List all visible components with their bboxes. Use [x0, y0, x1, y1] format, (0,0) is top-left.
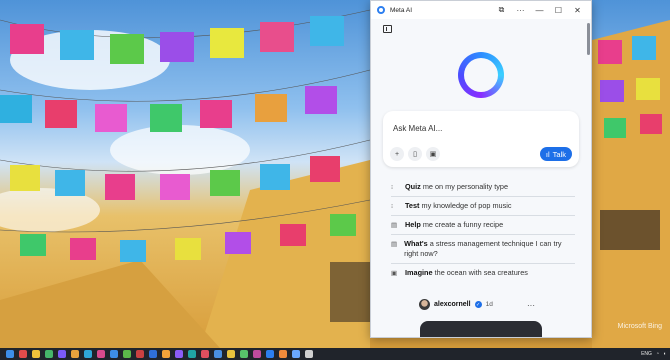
taskbar-app-icon[interactable]: [240, 350, 248, 358]
taskbar-app-icon[interactable]: [162, 350, 170, 358]
test-icon: ⁝: [391, 203, 394, 210]
wifi-icon[interactable]: ◔: [656, 351, 659, 357]
suggestion-keyword: Quiz: [405, 182, 421, 191]
waveform-icon: ıl: [545, 149, 550, 159]
taskbar-apps: [0, 350, 313, 358]
suggestion-item[interactable]: ▤ What's a stress management technique I…: [391, 235, 575, 264]
avatar[interactable]: [419, 299, 430, 310]
taskbar-app-icon[interactable]: [6, 350, 14, 358]
window-title: Meta AI: [390, 6, 413, 14]
composer-tools: + ▯ ▣: [390, 147, 440, 161]
suggestion-list: ⁝ Quiz me on my personality type ⁝ Test …: [371, 178, 591, 282]
suggestion-text: the ocean with sea creatures: [432, 268, 528, 277]
taskbar-app-icon[interactable]: [201, 350, 209, 358]
meta-ai-ring-icon: [458, 52, 504, 98]
post-handle[interactable]: alexcornell: [434, 301, 471, 308]
taskbar-app-icon[interactable]: [71, 350, 79, 358]
suggestion-text: a stress management technique I can try …: [404, 239, 562, 258]
taskbar-app-icon[interactable]: [188, 350, 196, 358]
question-icon: ▤: [391, 241, 398, 248]
toolbar: [371, 19, 591, 39]
verified-icon: ✓: [474, 301, 482, 308]
taskbar-app-icon[interactable]: [253, 350, 261, 358]
image-icon[interactable]: ▣: [426, 147, 440, 161]
system-tray: ENG ◔ ◖: [641, 348, 666, 360]
ask-input[interactable]: Ask Meta AI...: [393, 124, 442, 133]
suggestion-keyword: What's: [404, 239, 428, 248]
post-media[interactable]: [420, 321, 542, 337]
help-icon: ▤: [391, 222, 398, 229]
taskbar-app-icon[interactable]: [58, 350, 66, 358]
suggestion-item[interactable]: ⁝ Test my knowledge of pop music: [391, 197, 575, 216]
quiz-icon: ⁝: [391, 184, 394, 191]
ask-composer: Ask Meta AI... + ▯ ▣ ıl Talk: [383, 111, 579, 167]
pin-icon[interactable]: ⧉: [492, 1, 511, 19]
suggestion-item[interactable]: ▣ Imagine the ocean with sea creatures: [391, 264, 575, 282]
attach-file-icon[interactable]: ▯: [408, 147, 422, 161]
taskbar-app-icon[interactable]: [84, 350, 92, 358]
bing-watermark: Microsoft Bing: [617, 323, 662, 330]
taskbar-app-icon[interactable]: [279, 350, 287, 358]
sidebar-toggle-icon[interactable]: [383, 25, 392, 33]
minimize-button[interactable]: —: [530, 1, 549, 19]
scrollbar[interactable]: [587, 23, 590, 55]
post-time: 1d: [485, 301, 493, 308]
imagine-icon: ▣: [391, 270, 398, 277]
suggestion-keyword: Imagine: [405, 268, 433, 277]
more-icon[interactable]: ···: [511, 1, 530, 19]
taskbar-app-icon[interactable]: [123, 350, 131, 358]
suggestion-keyword: Test: [405, 201, 420, 210]
post-more-icon[interactable]: ···: [527, 301, 535, 310]
taskbar-app-icon[interactable]: [32, 350, 40, 358]
suggestion-text: me on my personality type: [420, 182, 509, 191]
taskbar-app-icon[interactable]: [19, 350, 27, 358]
maximize-button[interactable]: ☐: [549, 1, 568, 19]
add-icon[interactable]: +: [390, 147, 404, 161]
meta-ai-window: Meta AI ⧉ ··· — ☐ ✕ Ask Meta AI... + ▯ ▣…: [370, 0, 592, 338]
title-bar: Meta AI ⧉ ··· — ☐ ✕: [371, 1, 591, 19]
suggestion-text: me create a funny recipe: [420, 220, 504, 229]
meta-ai-logo-icon: [377, 6, 385, 14]
taskbar-app-icon[interactable]: [45, 350, 53, 358]
taskbar-app-icon[interactable]: [266, 350, 274, 358]
talk-button[interactable]: ıl Talk: [539, 147, 572, 161]
taskbar-app-icon[interactable]: [214, 350, 222, 358]
suggestion-text: my knowledge of pop music: [419, 201, 512, 210]
meta-ai-hero: [371, 39, 591, 111]
taskbar-app-icon[interactable]: [97, 350, 105, 358]
volume-icon[interactable]: ◖: [663, 351, 666, 357]
taskbar-app-icon[interactable]: [110, 350, 118, 358]
talk-label: Talk: [552, 149, 566, 159]
taskbar-app-icon[interactable]: [292, 350, 300, 358]
taskbar-app-icon[interactable]: [175, 350, 183, 358]
language-indicator[interactable]: ENG: [641, 351, 652, 357]
close-button[interactable]: ✕: [568, 1, 587, 19]
suggestion-item[interactable]: ▤ Help me create a funny recipe: [391, 216, 575, 235]
suggestion-item[interactable]: ⁝ Quiz me on my personality type: [391, 178, 575, 197]
taskbar-app-icon[interactable]: [305, 350, 313, 358]
taskbar-app-icon[interactable]: [136, 350, 144, 358]
taskbar-app-icon[interactable]: [227, 350, 235, 358]
taskbar: ENG ◔ ◖: [0, 348, 670, 360]
post-header: alexcornell ✓ 1d: [419, 299, 493, 310]
taskbar-app-icon[interactable]: [149, 350, 157, 358]
suggestion-keyword: Help: [405, 220, 421, 229]
